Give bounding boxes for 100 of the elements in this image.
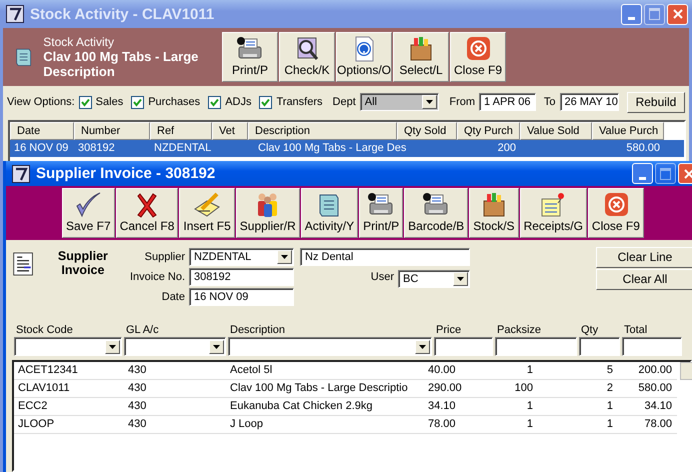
column-header[interactable]: Value Purch xyxy=(592,122,664,140)
column-header: Stock Code xyxy=(15,324,74,336)
checkbox[interactable] xyxy=(208,96,222,108)
invoice-number-label: Invoice No. xyxy=(128,271,186,284)
caret-icon xyxy=(281,255,288,260)
view-options-label: View Options: xyxy=(7,96,75,108)
checkbox-label: ADJs xyxy=(225,96,252,108)
column-header[interactable]: Description xyxy=(248,122,397,140)
table-cell-text: 1 xyxy=(606,399,614,414)
close-icon xyxy=(682,168,692,180)
table-cell-text: Acetol 5l xyxy=(229,363,274,378)
column-header: Total xyxy=(623,324,648,336)
column-header[interactable]: Qty Sold xyxy=(397,122,457,140)
toolbar-button[interactable]: Receipts/G xyxy=(520,188,587,238)
minimize-button[interactable] xyxy=(621,4,642,24)
table-cell-text: 430 xyxy=(127,363,148,378)
form-button[interactable]: Clear All xyxy=(596,268,692,290)
column-header: Qty xyxy=(580,324,600,336)
table-cell-text: 1 xyxy=(526,363,534,378)
column-header[interactable]: Date xyxy=(10,122,74,140)
toolbar-button[interactable]: Select/L xyxy=(393,32,449,82)
toolbar-button[interactable]: Save F7 xyxy=(62,188,115,238)
table-cell-text: 308192 xyxy=(77,141,116,156)
invoice-number-field[interactable]: 308192 xyxy=(189,268,294,286)
supplier-label: Supplier xyxy=(144,251,186,264)
toolbar-button[interactable]: Insert F5 xyxy=(179,188,235,238)
filter-field[interactable] xyxy=(622,337,682,356)
table-cell-text: 78.00 xyxy=(427,417,457,432)
table-cell-text: 16 NOV 09 xyxy=(13,141,70,156)
dept-dropdown[interactable]: All xyxy=(360,93,440,111)
checkbox[interactable] xyxy=(131,96,144,108)
table-cell-text: 1 xyxy=(526,417,534,432)
table-cell-text: 2 xyxy=(606,381,614,396)
column-header[interactable]: Vet xyxy=(212,122,248,140)
filter-field[interactable] xyxy=(495,337,577,356)
toolbar-button[interactable]: Activity/Y xyxy=(300,188,358,238)
toolbar-button[interactable]: Close F9 xyxy=(588,188,644,238)
table-cell-text: JLOOP xyxy=(17,417,56,432)
checkbox-label: Purchases xyxy=(148,96,200,108)
toolbar-button[interactable]: Close F9 xyxy=(450,32,506,82)
toolbar-button[interactable]: Print/P xyxy=(222,32,278,82)
table-cell-text: 1 xyxy=(606,417,614,432)
toolbar-button[interactable]: Check/K xyxy=(279,32,335,82)
close-button[interactable] xyxy=(667,4,688,24)
checkbox-label: Transfers xyxy=(276,96,323,108)
dept-label: Dept xyxy=(332,96,356,108)
filter-dropdown[interactable] xyxy=(228,337,432,356)
toolbar-button[interactable]: Stock/S xyxy=(469,188,519,238)
filter-field[interactable] xyxy=(434,337,493,356)
table-cell-text: 34.10 xyxy=(643,399,673,414)
caret-icon xyxy=(457,277,464,282)
from-label: From xyxy=(449,96,476,108)
table-cell-text: 430 xyxy=(127,381,148,396)
window-title: Supplier Invoice - 308192 xyxy=(36,165,216,182)
form-button[interactable]: Clear Line xyxy=(596,246,692,268)
supplier-dropdown[interactable]: NZDENTAL xyxy=(189,248,294,266)
toolbar-button[interactable]: Supplier/R xyxy=(236,188,300,238)
table-cell-text: 5 xyxy=(606,363,614,378)
table-cell-text: 430 xyxy=(127,417,148,432)
filter-dropdown[interactable] xyxy=(14,337,122,356)
item-name: Clav 100 Mg Tabs - Large Description xyxy=(43,49,200,79)
table-cell-text: J Loop xyxy=(229,417,264,432)
supplier-name-field[interactable]: Nz Dental xyxy=(300,248,470,266)
table-cell-text: 290.00 xyxy=(427,381,463,396)
column-header[interactable]: Ref xyxy=(150,122,212,140)
rebuild-button[interactable]: Rebuild xyxy=(626,92,685,112)
date-field[interactable]: 16 NOV 09 xyxy=(189,288,294,306)
table-cell-text: 78.00 xyxy=(643,417,673,432)
user-dropdown[interactable]: BC xyxy=(398,270,470,288)
column-header[interactable]: Qty Purch xyxy=(457,122,520,140)
caret-icon xyxy=(213,344,220,349)
table-cell-text: 40.00 xyxy=(427,363,457,378)
table-cell-text: 430 xyxy=(127,399,148,414)
column-header[interactable]: Value Sold xyxy=(520,122,592,140)
filter-dropdown[interactable] xyxy=(124,337,226,356)
table-cell-text: 580.00 xyxy=(625,141,661,156)
form-heading: Supplier Invoice xyxy=(56,249,109,278)
column-header: GL A/c xyxy=(125,324,160,336)
filter-field[interactable] xyxy=(579,337,620,356)
column-header[interactable]: Number xyxy=(74,122,150,140)
maximize-button[interactable] xyxy=(655,163,676,184)
to-date-field[interactable]: 26 MAY 10 xyxy=(560,93,619,111)
minimize-button[interactable] xyxy=(632,163,653,184)
checkbox[interactable] xyxy=(259,96,272,108)
checkbox-label: Sales xyxy=(96,96,124,108)
column-header: Price xyxy=(435,324,462,336)
caret-icon xyxy=(109,344,116,349)
table-row[interactable]: 16 NOV 09 308192 NZDENTAL Clav 100 Mg Tabs - Large Des 200 580.00 xyxy=(10,140,684,157)
from-date-field[interactable]: 1 APR 06 xyxy=(479,93,536,111)
toolbar-button[interactable]: Cancel F8 xyxy=(116,188,178,238)
date-label: Date xyxy=(160,291,186,304)
close-icon xyxy=(672,8,684,20)
table-cell-text: NZDENTAL xyxy=(153,141,212,156)
table-cell-text: 1 xyxy=(526,399,534,414)
table-cell-text: Clav 100 Mg Tabs - Large Descriptio xyxy=(229,381,409,396)
checkbox[interactable] xyxy=(78,96,92,108)
toolbar-button[interactable]: Print/P xyxy=(359,188,404,238)
toolbar-button[interactable]: Barcode/B xyxy=(404,188,468,238)
toolbar-button[interactable]: Options/O xyxy=(336,32,392,82)
table-cell-text: CLAV1011 xyxy=(17,381,71,396)
